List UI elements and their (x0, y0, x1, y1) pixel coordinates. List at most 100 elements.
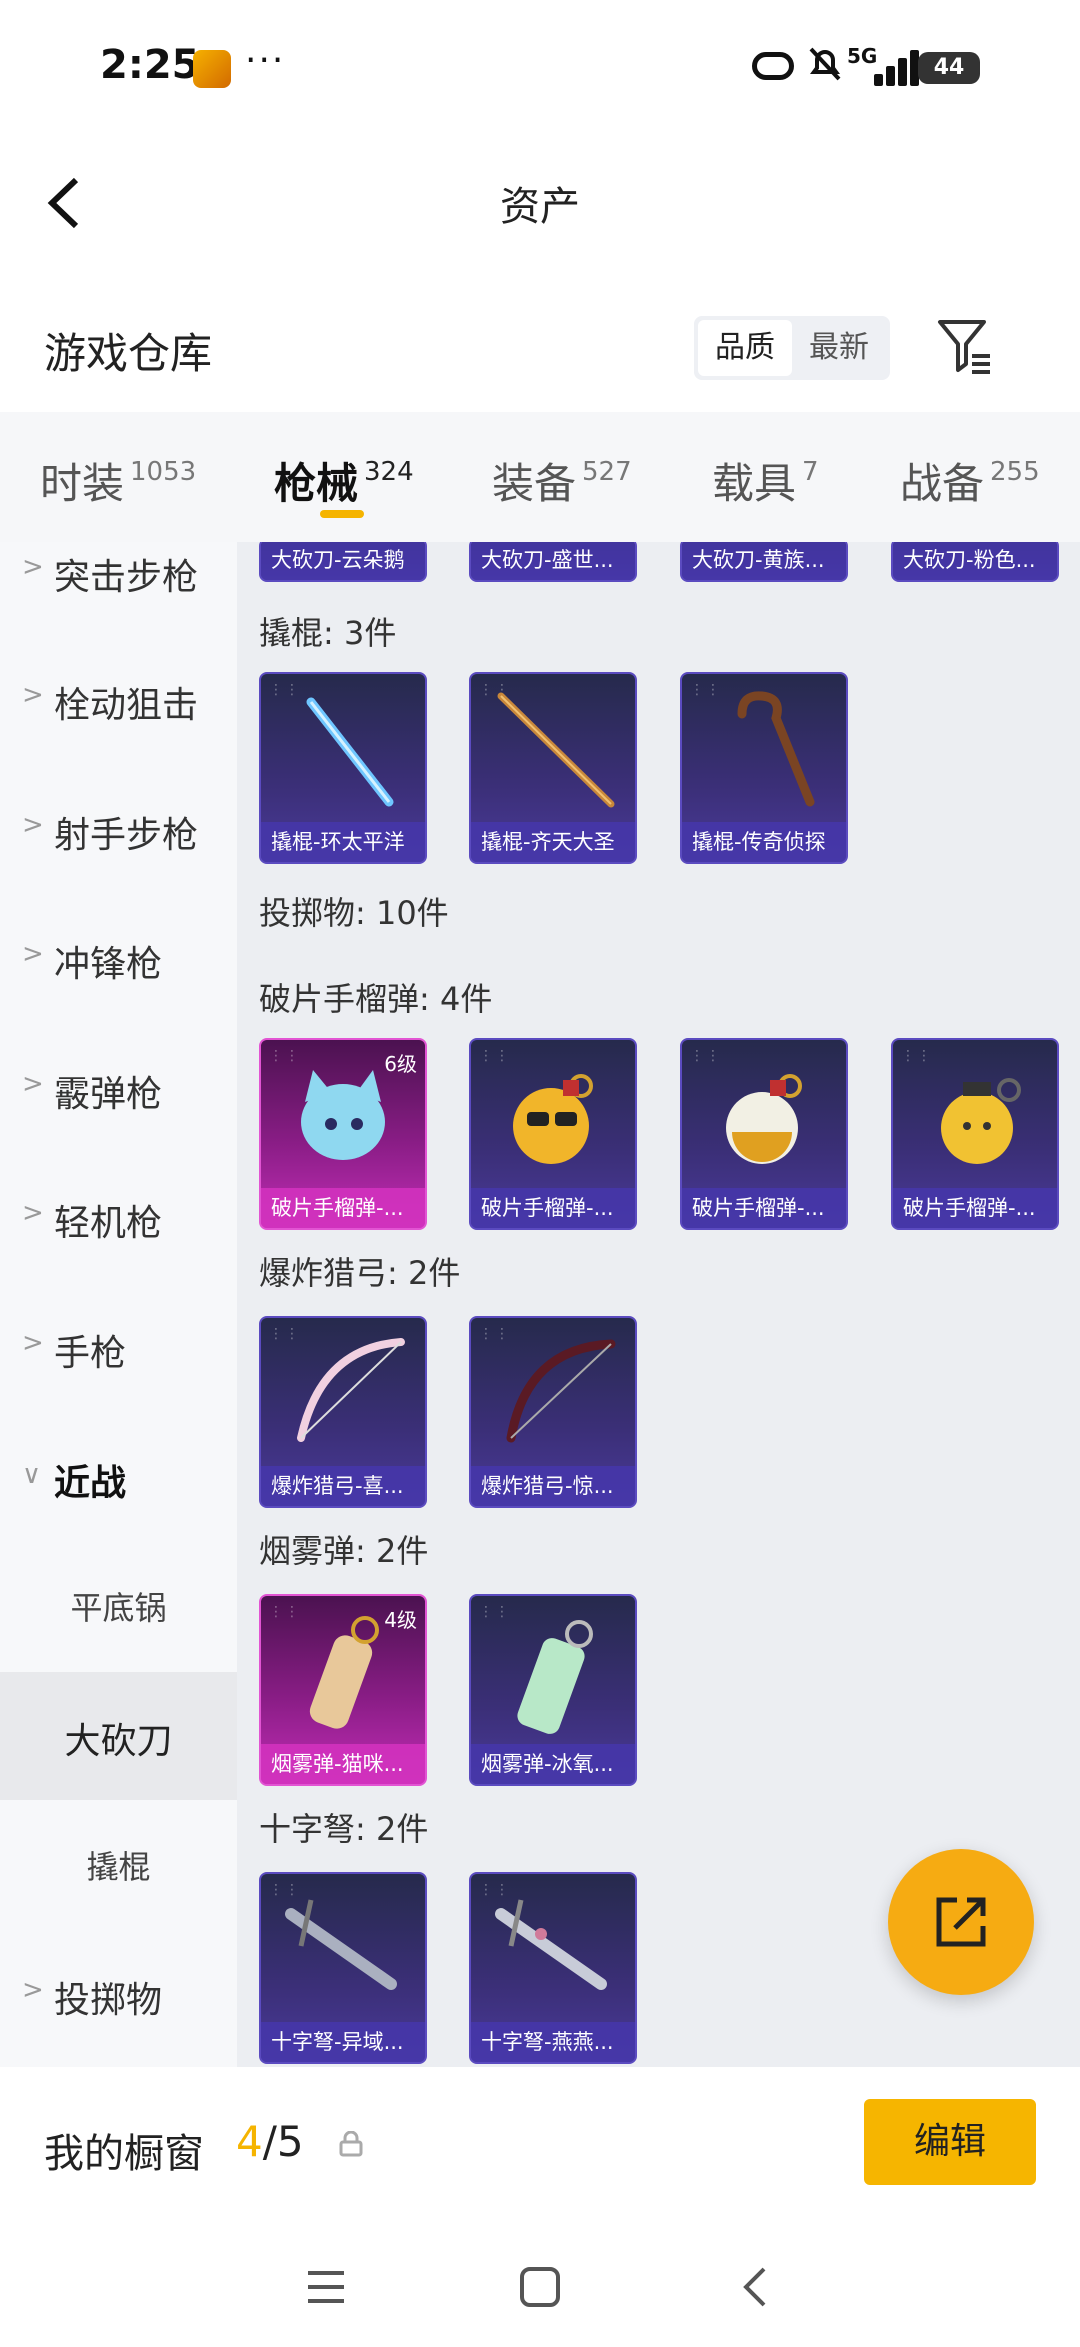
sidebar-item-shotgun[interactable]: > 霰弹枪 (0, 1025, 237, 1153)
item-card[interactable]: 大砍刀-黄族... (680, 542, 848, 582)
sidebar-item-label: 撬棍 (86, 1848, 151, 1886)
item-grid: 大砍刀-云朵鹅 大砍刀-盛世... 大砍刀-黄族... 大砍刀-粉色... 撬棍… (237, 542, 1080, 2067)
tab-equipment[interactable]: 装备 527 (492, 450, 632, 511)
sidebar-subitem-machete[interactable]: 大砍刀 (0, 1672, 237, 1800)
sidebar-item-smg[interactable]: > 冲锋枪 (0, 895, 237, 1023)
edit-button[interactable]: 编辑 (864, 2099, 1036, 2185)
sidebar-item-bolt-sniper[interactable]: > 栓动狙击 (0, 636, 237, 764)
warehouse-title: 游戏仓库 (44, 329, 213, 378)
tab-label: 战备 (900, 459, 985, 508)
tab-label: 载具 (712, 459, 797, 508)
crowbar-golden-staff-image (497, 692, 615, 808)
section-title: 爆炸猎弓: 2件 (259, 1254, 461, 1292)
sidebar-item-label: 霰弹枪 (54, 1074, 163, 1115)
item-name: 撬棍-齐天大圣 (471, 822, 635, 862)
sidebar-item-label: 栓动狙击 (54, 685, 199, 726)
section-title: 十字弩: 2件 (259, 1810, 429, 1848)
home-square-icon[interactable] (510, 2257, 570, 2317)
section-title: 投掷物: 10件 (259, 894, 449, 932)
tab-label: 枪械 (274, 459, 359, 508)
sidebar-item-melee[interactable]: ∨ 近战 (0, 1414, 237, 1542)
section-title: 破片手榴弹: 4件 (259, 980, 493, 1018)
item-card[interactable]: ⋮⋮ 爆炸猎弓-惊... (469, 1316, 637, 1508)
item-card[interactable]: ⋮⋮ 破片手榴弹-... (680, 1038, 848, 1230)
sort-toggle: 品质 最新 (694, 316, 890, 380)
warehouse-header: 游戏仓库 品质 最新 (0, 300, 1080, 400)
item-card[interactable]: ⋮⋮ 破片手榴弹-... (891, 1038, 1059, 1230)
tab-guns[interactable]: 枪械 324 (274, 450, 414, 511)
item-card[interactable]: ⋮⋮ 4级 烟雾弹-猫咪... (259, 1594, 427, 1786)
item-card[interactable]: ⋮⋮ 6级 破片手榴弹-... (259, 1038, 427, 1230)
item-card[interactable]: 大砍刀-盛世... (469, 542, 637, 582)
item-name: 十字弩-燕燕... (471, 2022, 635, 2062)
grenade-white-image (726, 1074, 802, 1164)
sidebar-item-pistol[interactable]: > 手枪 (0, 1284, 237, 1412)
item-card[interactable]: ⋮⋮ 爆炸猎弓-喜... (259, 1316, 427, 1508)
tab-count: 324 (364, 457, 414, 487)
item-name: 大砍刀-盛世... (471, 542, 635, 580)
item-card[interactable]: 大砍刀-粉色... (891, 542, 1059, 582)
sidebar-item-marksman-rifle[interactable]: > 射手步枪 (0, 766, 237, 894)
tab-label: 时装 (40, 459, 125, 508)
item-name: 撬棍-环太平洋 (261, 822, 425, 862)
tab-vehicles[interactable]: 载具 7 (712, 450, 819, 511)
share-fab[interactable] (888, 1849, 1034, 1995)
more-notifications-indicator: ··· (245, 40, 286, 81)
bow-pink-image (297, 1338, 405, 1442)
item-card[interactable]: ⋮⋮ 烟雾弹-冰氧... (469, 1594, 637, 1786)
item-name: 十字弩-异域... (261, 2022, 425, 2062)
share-external-icon (936, 1897, 986, 1947)
chevron-right-icon: > (22, 680, 44, 710)
page-title: 资产 (500, 184, 580, 230)
sidebar-item-throwables[interactable]: > 投掷物 (0, 1931, 237, 2059)
back-icon[interactable] (726, 2257, 786, 2317)
tab-battle-gear[interactable]: 战备 255 (900, 450, 1040, 511)
sidebar-item-assault-rifle[interactable]: > 突击步枪 (0, 542, 237, 636)
sidebar-subitem-frying-pan[interactable]: 平底锅 (0, 1543, 237, 1671)
sidebar-item-label: 手枪 (54, 1333, 127, 1374)
item-card[interactable]: ⋮⋮ 撬棍-传奇侦探 (680, 672, 848, 864)
item-card[interactable]: ⋮⋮ 破片手榴弹-... (469, 1038, 637, 1230)
sidebar-item-label: 突击步枪 (54, 557, 199, 598)
item-card[interactable]: ⋮⋮ 撬棍-齐天大圣 (469, 672, 637, 864)
tab-count: 527 (582, 457, 632, 487)
item-name: 破片手榴弹-... (682, 1188, 846, 1228)
smoke-grenade-ice-image (517, 1620, 593, 1734)
sidebar-item-lmg[interactable]: > 轻机枪 (0, 1154, 237, 1282)
sidebar-item-label: 射手步枪 (54, 815, 199, 856)
item-card[interactable]: ⋮⋮ 撬棍-环太平洋 (259, 672, 427, 864)
item-card[interactable]: ⋮⋮ 十字弩-异域... (259, 1872, 427, 2064)
menu-icon[interactable] (296, 2257, 356, 2317)
tab-count: 1053 (130, 457, 197, 487)
category-tabs: 时装 1053 枪械 324 装备 527 载具 7 战备 255 (0, 412, 1080, 542)
crowbar-cane-image (737, 691, 815, 807)
item-name: 撬棍-传奇侦探 (682, 822, 846, 862)
tab-count: 255 (990, 457, 1040, 487)
item-name: 爆炸猎弓-喜... (261, 1466, 425, 1506)
sidebar: > 突击步枪 > 栓动狙击 > 射手步枪 > 冲锋枪 > 霰弹枪 > 轻机枪 > 手枪 ∨ 近战… (0, 542, 237, 2067)
tab-fashion[interactable]: 时装 1053 (40, 450, 196, 511)
filter-button[interactable] (936, 316, 994, 378)
grenade-emoji-image (513, 1074, 593, 1164)
chevron-right-icon: > (22, 810, 44, 840)
sidebar-item-label: 大砍刀 (64, 1721, 173, 1762)
tab-label: 装备 (492, 459, 577, 508)
bow-dark-image (506, 1339, 616, 1443)
sort-quality-option[interactable]: 品质 (698, 320, 792, 376)
item-name: 大砍刀-云朵鹅 (261, 542, 425, 580)
filter-icon (938, 320, 990, 374)
item-card[interactable]: 大砍刀-云朵鹅 (259, 542, 427, 582)
item-card[interactable]: ⋮⋮ 十字弩-燕燕... (469, 1872, 637, 2064)
item-name: 爆炸猎弓-惊... (471, 1466, 635, 1506)
item-name: 大砍刀-黄族... (682, 542, 846, 580)
grenade-cat-image (301, 1070, 385, 1160)
chevron-right-icon: > (22, 552, 44, 582)
section-title: 撬棍: 3件 (259, 614, 397, 652)
sidebar-subitem-crowbar[interactable]: 撬棍 (0, 1802, 237, 1930)
chevron-right-icon: > (22, 1328, 44, 1358)
chevron-down-icon: ∨ (22, 1460, 42, 1490)
sort-latest-option[interactable]: 最新 (792, 320, 886, 376)
smoke-grenade-cat-image (309, 1616, 379, 1729)
item-name: 烟雾弹-冰氧... (471, 1744, 635, 1784)
showcase-current: 4 (236, 2117, 263, 2166)
